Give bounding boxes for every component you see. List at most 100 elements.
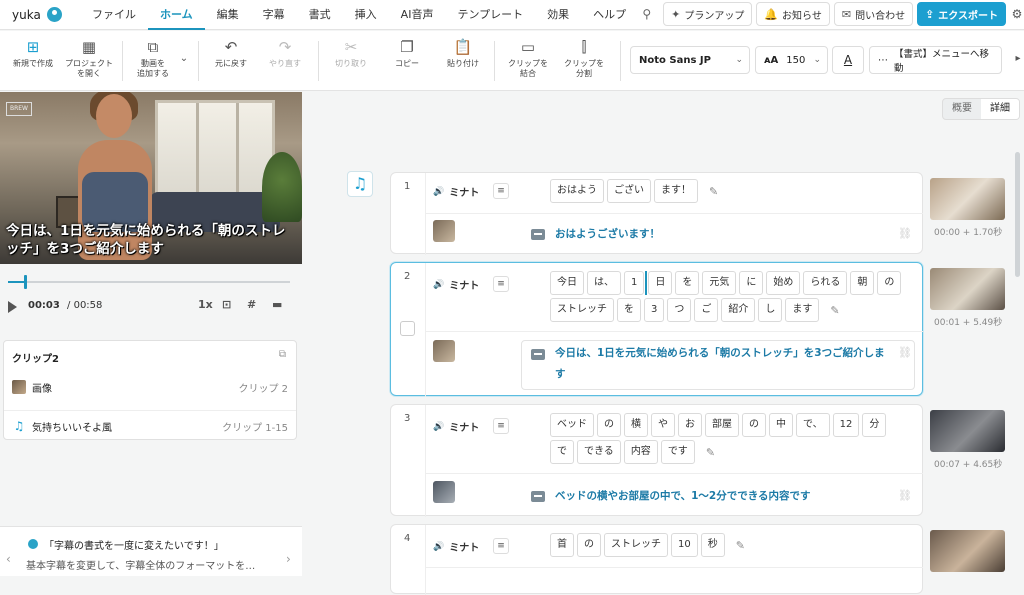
- font-size-select[interactable]: ᴀA 150 ⌄: [755, 46, 828, 74]
- voice-settings-icon[interactable]: ≡: [493, 538, 509, 554]
- clip-preview-thumb-1[interactable]: [930, 178, 1005, 220]
- pencil-icon[interactable]: ✎: [830, 304, 839, 317]
- music-note-icon[interactable]: ♫: [347, 171, 373, 197]
- speaker-label[interactable]: 🔊 ミナト: [433, 277, 479, 293]
- paste-button[interactable]: 📋 貼り付け: [440, 39, 486, 69]
- word-chip[interactable]: ストレッチ: [604, 533, 668, 557]
- pencil-icon[interactable]: ✎: [706, 446, 715, 459]
- word-chip[interactable]: の: [597, 413, 621, 437]
- word-chip[interactable]: で、: [796, 413, 830, 437]
- word-chip[interactable]: おはよう: [550, 179, 604, 203]
- word-chip[interactable]: の: [577, 533, 601, 557]
- word-chip[interactable]: 首: [550, 533, 574, 557]
- word-chip[interactable]: 朝: [850, 271, 875, 295]
- word-chip[interactable]: 横: [624, 413, 648, 437]
- link-icon[interactable]: ⛓: [898, 346, 912, 359]
- add-video-dropdown[interactable]: ⌄: [177, 51, 191, 71]
- tip-title[interactable]: 「字幕の書式を一度に変えたいです！」: [44, 537, 224, 552]
- link-icon[interactable]: ⛓: [898, 489, 912, 502]
- undo-button[interactable]: ↶ 元に戻す: [208, 39, 254, 69]
- speaker-label[interactable]: 🔊 ミナト: [433, 184, 479, 200]
- word-chip[interactable]: 内容: [623, 440, 658, 464]
- pencil-icon[interactable]: ✎: [736, 539, 745, 552]
- word-chip[interactable]: できる: [577, 440, 621, 464]
- clip-card-1[interactable]: 1 🔊 ミナト ≡ おはよう ござい ます！ ✎ おはようございます！ ⛓: [390, 172, 923, 255]
- clip-card-3[interactable]: 3 🔊 ミナト ≡ ベッド の 横 や お 部屋 の 中 で、 12 分 で でき…: [390, 404, 923, 517]
- word-chip[interactable]: は、: [587, 271, 621, 295]
- clip-preview-thumb-3[interactable]: [930, 410, 1005, 452]
- play-icon[interactable]: [8, 301, 17, 313]
- progress-track[interactable]: [8, 281, 290, 283]
- menu-subtitle[interactable]: 字幕: [251, 0, 297, 30]
- merge-clip-button[interactable]: ▭ クリップを 結合: [502, 39, 554, 79]
- word-chip[interactable]: ます: [785, 298, 820, 322]
- word-chip[interactable]: の: [877, 271, 902, 295]
- add-video-button[interactable]: ⧉ 動画を 追加する: [130, 39, 176, 79]
- word-chip[interactable]: 12: [832, 413, 860, 437]
- grid-icon[interactable]: #: [247, 298, 256, 311]
- contact-button[interactable]: ✉ 問い合わせ: [833, 2, 914, 26]
- word-chip[interactable]: 秒: [700, 533, 725, 557]
- clip-thumbnail[interactable]: [433, 481, 455, 503]
- menu-ai-voice[interactable]: AI音声: [389, 0, 446, 30]
- clip-preview-thumb-4[interactable]: [930, 530, 1005, 572]
- new-project-button[interactable]: ⊞ 新規で作成: [10, 39, 56, 69]
- word-chip[interactable]: 始め: [766, 271, 801, 295]
- pencil-icon[interactable]: ✎: [709, 185, 718, 198]
- menu-effect[interactable]: 効果: [535, 0, 581, 30]
- word-chip[interactable]: で: [550, 440, 574, 464]
- voice-settings-icon[interactable]: ≡: [493, 418, 509, 434]
- clip-thumbnail[interactable]: [433, 220, 455, 242]
- open-project-button[interactable]: ▦ プロジェクト を開く: [62, 39, 116, 79]
- word-chip[interactable]: 1: [624, 271, 645, 295]
- word-chip[interactable]: を: [675, 271, 700, 295]
- toolbar-scroll-right[interactable]: ▸: [1012, 51, 1024, 71]
- word-chip[interactable]: を: [617, 298, 641, 322]
- menu-file[interactable]: ファイル: [80, 0, 148, 30]
- notice-button[interactable]: 🔔 お知らせ: [756, 2, 830, 26]
- word-chip[interactable]: に: [739, 271, 764, 295]
- external-link-icon[interactable]: ⧉: [279, 349, 286, 360]
- word-chip[interactable]: 3: [644, 298, 665, 322]
- copy-button[interactable]: ❐ コピー: [384, 39, 430, 69]
- font-color-button[interactable]: A: [832, 46, 864, 74]
- subtitle-toggle-icon[interactable]: ▬: [272, 298, 282, 311]
- word-chip[interactable]: 今日: [550, 271, 584, 295]
- clip-thumbnail[interactable]: [433, 340, 455, 362]
- word-chip[interactable]: 元気: [702, 271, 737, 295]
- menu-insert[interactable]: 挿入: [343, 0, 389, 30]
- cut-button[interactable]: ✂ 切り取り: [328, 39, 374, 69]
- speed-button[interactable]: 1x: [198, 298, 213, 311]
- redo-button[interactable]: ↷ やり直す: [262, 39, 308, 69]
- menu-edit[interactable]: 編集: [205, 0, 251, 30]
- word-chip[interactable]: 10: [671, 533, 698, 557]
- word-chip[interactable]: 中: [769, 413, 793, 437]
- clip-row-image[interactable]: 画像 クリップ 2: [4, 373, 296, 401]
- scrollbar[interactable]: [1015, 152, 1020, 277]
- word-chip[interactable]: お: [678, 413, 702, 437]
- clip-card-4[interactable]: 4 🔊 ミナト ≡ 首 の ストレッチ 10 秒 ✎: [390, 524, 923, 595]
- word-chip[interactable]: 部屋: [705, 413, 739, 437]
- chevron-right-icon[interactable]: ›: [286, 552, 291, 566]
- word-chip[interactable]: や: [651, 413, 675, 437]
- word-chip[interactable]: ます！: [654, 179, 698, 203]
- word-chip[interactable]: られる: [803, 271, 848, 295]
- word-chip[interactable]: ござい: [607, 179, 651, 203]
- word-chip[interactable]: 日: [648, 271, 673, 295]
- view-summary-tab[interactable]: 概要: [943, 99, 981, 119]
- gear-icon[interactable]: ⚙: [1010, 7, 1024, 21]
- user-menu[interactable]: yuka: [0, 7, 80, 22]
- progress-handle[interactable]: [24, 275, 27, 289]
- link-icon[interactable]: ⛓: [898, 227, 912, 240]
- chevron-left-icon[interactable]: ‹: [6, 552, 11, 566]
- clip-checkbox[interactable]: [400, 321, 415, 336]
- speaker-label[interactable]: 🔊 ミナト: [433, 419, 479, 435]
- clip-preview-thumb-2[interactable]: [930, 268, 1005, 310]
- word-chip[interactable]: です: [660, 440, 695, 464]
- subtitle-text[interactable]: おはようございます！: [555, 224, 660, 245]
- word-chip[interactable]: 分: [862, 413, 887, 437]
- menu-help[interactable]: ヘルプ: [581, 0, 638, 30]
- word-chip[interactable]: し: [758, 298, 783, 322]
- search-icon[interactable]: ⚲: [634, 7, 659, 21]
- capture-icon[interactable]: ⊡: [222, 298, 231, 311]
